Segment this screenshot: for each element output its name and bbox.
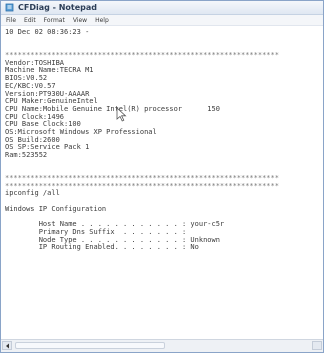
title-bar[interactable]: CFDiag - Notepad [1, 1, 323, 15]
window-title: CFDiag - Notepad [18, 3, 98, 12]
arrow-left-icon [5, 343, 9, 348]
scroll-thumb[interactable] [15, 342, 165, 349]
mouse-pointer-icon [116, 107, 127, 122]
text-line: Ram:523552 [5, 151, 48, 159]
text-line: IP Routing Enabled. . . . . . . . : No [5, 243, 199, 252]
text-line [5, 160, 323, 168]
text-line: Windows IP Configuration [5, 204, 107, 213]
text-editor-area[interactable]: 10 Dec 02 08:36:23 - ********************… [1, 26, 323, 340]
text-line: 10 Dec 02 08:36:23 - [5, 28, 90, 36]
text-line: Machine Name:TECRA M1 [5, 66, 94, 75]
menu-view[interactable]: View [73, 17, 87, 24]
text-content: 10 Dec 02 08:36:23 - ********************… [5, 28, 323, 252]
horizontal-scrollbar[interactable] [1, 339, 323, 352]
text-line [5, 37, 323, 45]
notepad-window: CFDiag - Notepad File Edit Format View H… [0, 0, 324, 353]
scroll-right-button[interactable] [312, 341, 322, 350]
text-line: OS SP:Service Pack 1 [5, 143, 90, 152]
menu-file[interactable]: File [6, 17, 16, 24]
text-line: ipconfig /all [5, 189, 60, 198]
menu-help[interactable]: Help [95, 17, 109, 24]
menu-bar: File Edit Format View Help [1, 15, 323, 26]
menu-format[interactable]: Format [44, 17, 65, 24]
scroll-left-button[interactable] [2, 341, 12, 350]
menu-edit[interactable]: Edit [24, 17, 36, 24]
notepad-app-icon [5, 3, 14, 12]
